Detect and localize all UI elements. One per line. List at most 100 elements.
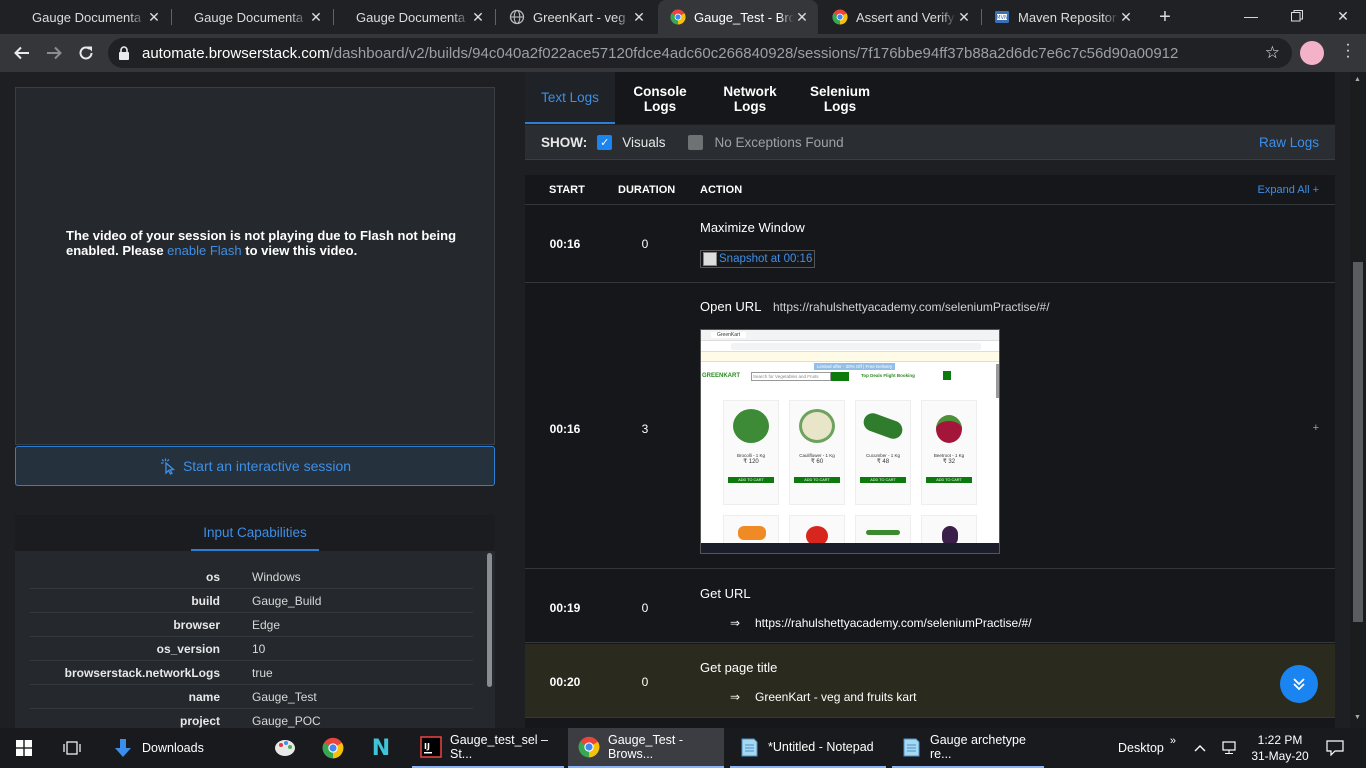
close-icon[interactable]: ✕	[308, 9, 324, 25]
product-image	[733, 409, 769, 443]
log-start-time: 00:16	[549, 237, 581, 251]
maximize-button[interactable]	[1274, 0, 1320, 32]
taskbar-chrome[interactable]	[310, 728, 356, 768]
scroll-up-arrow-icon[interactable]: ▲	[1354, 76, 1361, 83]
close-icon[interactable]: ✕	[794, 9, 810, 25]
tab-divider	[333, 9, 334, 25]
tab-network-logs[interactable]: Network Logs	[715, 84, 785, 114]
start-button[interactable]	[0, 728, 48, 768]
desktop-toolbar[interactable]: Desktop »	[1118, 728, 1184, 768]
tab-label: Gauge Documenta	[194, 9, 304, 25]
capability-value: Gauge_POC	[252, 713, 321, 728]
tab-text-logs[interactable]: Text Logs	[525, 72, 615, 124]
session-screenshot[interactable]: GreenKart GREENKART Limited offer - 30% …	[700, 329, 1000, 554]
show-label: SHOW:	[541, 134, 588, 150]
close-icon[interactable]: ✕	[956, 9, 972, 25]
capability-key: browser	[173, 617, 220, 632]
browser-tab-active[interactable]: Gauge_Test - Brow ✕	[658, 0, 818, 34]
browser-tab[interactable]: Gauge Documenta ✕	[182, 0, 332, 34]
tab-console-logs[interactable]: Console Logs	[625, 84, 695, 114]
task-view-button[interactable]	[48, 728, 96, 768]
screenshot-search: Search for Vegetables and Fruits	[751, 372, 831, 381]
log-action: Maximize Window	[700, 220, 805, 235]
exceptions-label: No Exceptions Found	[714, 134, 844, 150]
network-tray-icon[interactable]	[1218, 728, 1240, 768]
exceptions-checkbox[interactable]	[687, 134, 703, 150]
forward-button[interactable]	[40, 39, 68, 67]
page-scrollbar[interactable]: ▲ ▼	[1350, 72, 1366, 728]
capability-row: os Windows	[30, 565, 473, 589]
windows-logo-icon	[16, 740, 32, 756]
product-card: Cauliflower - 1 Kg ₹ 60 ADD TO CART	[789, 400, 845, 505]
log-table-header: START DURATION ACTION Expand All +	[525, 175, 1335, 205]
close-icon[interactable]: ✕	[1118, 9, 1134, 25]
task-view-icon	[63, 741, 81, 755]
capability-row: browserstack.networkLogs true	[30, 661, 473, 685]
browser-tab[interactable]: Gauge Documenta ✕	[20, 0, 170, 34]
close-icon[interactable]: ✕	[146, 9, 162, 25]
reload-button[interactable]	[72, 39, 100, 67]
raw-logs-link[interactable]: Raw Logs	[1259, 135, 1319, 150]
log-action: Open URL	[700, 299, 762, 314]
taskbar-notepad[interactable]: *Untitled - Notepad	[730, 728, 886, 768]
browser-tab[interactable]: Assert and Verify M ✕	[820, 0, 980, 34]
product-image	[861, 410, 905, 442]
scrollbar-thumb[interactable]	[1353, 262, 1363, 622]
capability-value: true	[252, 665, 273, 680]
browser-tab[interactable]: MVN Maven Repository: ✕	[982, 0, 1142, 34]
row-expand-icon[interactable]: +	[1313, 422, 1319, 434]
menu-kebab-icon[interactable]: · · ·	[1340, 37, 1356, 65]
capability-value: Windows	[252, 569, 301, 584]
scroll-down-button[interactable]	[1280, 665, 1318, 703]
expand-all-link[interactable]: Expand All +	[1258, 184, 1319, 196]
capability-key: name	[188, 689, 220, 704]
tab-divider	[171, 9, 172, 25]
taskbar-chrome-window[interactable]: Gauge_Test - Brows...	[568, 728, 724, 768]
pointer-click-icon	[160, 458, 176, 475]
minimize-button[interactable]: —	[1228, 0, 1274, 32]
snapshot-link[interactable]: Snapshot at 00:16	[700, 250, 816, 268]
video-message-text-end: to view this video.	[241, 243, 358, 258]
tray-overflow-button[interactable]	[1190, 728, 1210, 768]
tab-input-capabilities[interactable]: Input Capabilities	[191, 515, 319, 551]
capabilities-scrollbar[interactable]	[487, 553, 492, 687]
profile-avatar[interactable]	[1300, 41, 1324, 65]
capability-value: Gauge_Test	[252, 689, 317, 704]
address-bar[interactable]: automate.browserstack.com/dashboard/v2/b…	[108, 38, 1292, 68]
browser-tab[interactable]: Gauge Documenta ✕	[344, 0, 494, 34]
url-path: /dashboard/v2/builds/94c040a2f022ace5712…	[329, 44, 1179, 62]
taskbar-downloads[interactable]: Downloads	[104, 728, 254, 768]
tab-label: Gauge_Test - Brow	[694, 9, 794, 25]
broken-image-icon	[703, 252, 717, 266]
browser-tab[interactable]: GreenKart - veg ar ✕	[497, 0, 655, 34]
enable-flash-link[interactable]: enable Flash	[167, 243, 241, 258]
close-icon[interactable]: ✕	[631, 9, 647, 25]
taskbar-pinned-app-n[interactable]: N	[358, 728, 404, 768]
result-arrow: ⇒	[730, 616, 741, 630]
product-price: ₹ 32	[942, 459, 956, 465]
visuals-checkbox[interactable]: ✓	[597, 134, 613, 150]
star-icon[interactable]: ☆	[1265, 43, 1280, 63]
capabilities-header: Input Capabilities	[15, 515, 495, 551]
new-tab-button[interactable]: +	[1150, 0, 1180, 34]
taskbar-intellij[interactable]: IJ Gauge_test_sel – St...	[412, 728, 564, 768]
greenkart-logo: GREENKART	[702, 373, 741, 379]
taskbar-pinned-app[interactable]	[262, 728, 308, 768]
capability-row: browser Edge	[30, 613, 473, 637]
clock-time: 1:22 PM	[1257, 733, 1303, 747]
arrow-right-icon	[47, 46, 62, 60]
taskbar-notepad-2[interactable]: Gauge archetype re...	[892, 728, 1044, 768]
scroll-down-arrow-icon[interactable]: ▼	[1354, 714, 1361, 721]
back-button[interactable]	[8, 39, 36, 67]
notifications-button[interactable]	[1320, 728, 1350, 768]
start-interactive-session-button[interactable]: Start an interactive session	[15, 446, 495, 486]
download-arrow-icon	[115, 739, 131, 757]
product-card: Beetroot - 1 Kg ₹ 32 ADD TO CART	[921, 400, 977, 505]
tab-selenium-logs[interactable]: Selenium Logs	[805, 84, 875, 114]
close-window-button[interactable]: ✕	[1320, 0, 1366, 32]
capability-value: Gauge_Build	[252, 593, 322, 608]
system-clock[interactable]: 1:22 PM 31-May-20	[1244, 728, 1316, 768]
close-icon[interactable]: ✕	[470, 9, 486, 25]
screenshot-addressbar	[701, 341, 999, 352]
chrome-icon	[670, 9, 686, 25]
